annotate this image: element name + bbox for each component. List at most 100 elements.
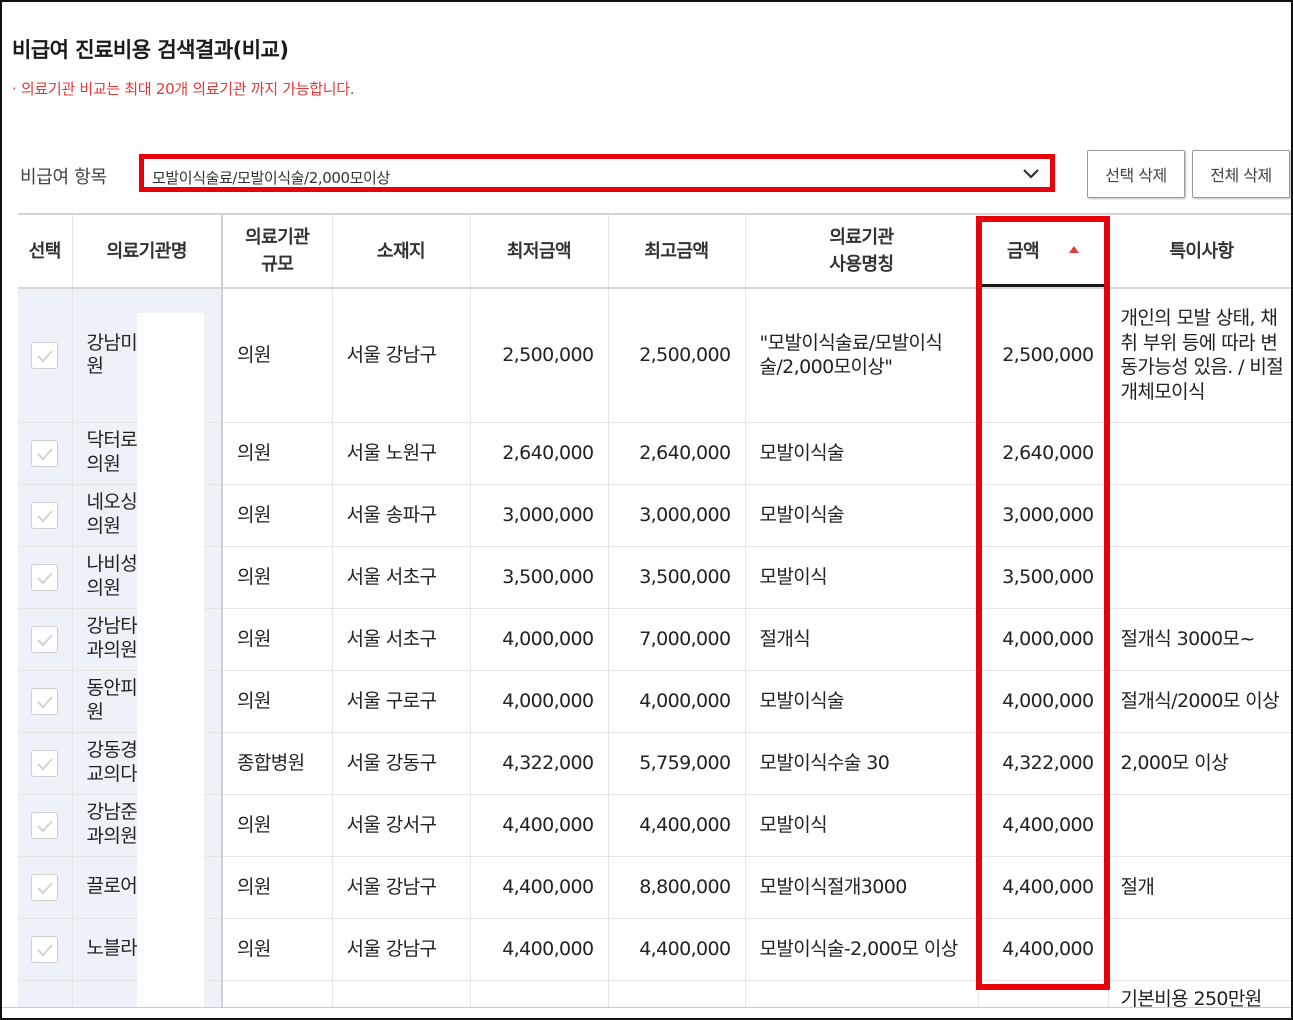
hospital-scale: 종합병원 — [237, 751, 305, 774]
min-amount-cell: 3,500,000 — [470, 546, 609, 609]
location: 서울 서초구 — [346, 565, 437, 588]
use-name: 모발이식 — [759, 813, 828, 836]
check-icon — [37, 881, 53, 894]
location: 서울 서초구 — [346, 627, 437, 650]
row-checkbox[interactable] — [31, 873, 59, 901]
amount: 4,322,000 — [1002, 751, 1094, 774]
hospital-name: 강남미 원 — [86, 331, 138, 378]
max-amount-cell: 5,759,000 — [608, 732, 746, 795]
row-checkbox[interactable] — [31, 563, 59, 591]
amount: 4,400,000 — [1002, 813, 1094, 836]
location-cell: 서울 강남구 — [332, 288, 471, 423]
non-covered-item-select[interactable]: 모발이식술료/모발이식술/2,000모이상 — [139, 154, 1055, 192]
amount-cell: 2,640,000 — [978, 422, 1109, 485]
use-name-cell: 모발이식술 — [745, 422, 979, 485]
table-row[interactable]: 끌로어 의원 서울 강남구 4,400,000 8,800,000 모발이식절개3000 4… — [18, 856, 1291, 919]
use-name-cell — [745, 980, 979, 1007]
min-amount: 3,500,000 — [502, 565, 594, 588]
hospital-name: 네오싱 의원 — [86, 491, 138, 537]
min-amount: 2,640,000 — [502, 441, 594, 464]
hospital-scale: 의원 — [237, 937, 271, 960]
row-checkbox[interactable] — [31, 439, 59, 467]
min-amount-cell: 4,400,000 — [470, 794, 609, 857]
hospital-scale: 의원 — [237, 627, 271, 650]
location: 서울 강남구 — [346, 937, 437, 960]
delete-all-button[interactable]: 전체 삭제 — [1192, 150, 1290, 198]
location-cell: 서울 강동구 — [332, 732, 471, 795]
use-name: 모발이식절개3000 — [759, 875, 908, 898]
max-amount-cell: 2,500,000 — [608, 288, 746, 423]
hospital-scale-cell — [222, 980, 333, 1007]
hospital-name: 닥터로 의원 — [86, 429, 138, 475]
location: 서울 구로구 — [346, 689, 437, 712]
header-name: 의료기관명 — [72, 215, 223, 289]
max-amount-cell: 8,800,000 — [608, 856, 746, 919]
select-cell — [18, 856, 73, 919]
header-amount-sort[interactable]: 금액 — [978, 215, 1109, 289]
max-amount: 2,500,000 — [639, 343, 731, 366]
select-cell — [18, 794, 73, 857]
special-note: 절개식 3000모~ — [1120, 627, 1256, 650]
table-row[interactable]: 동안피 원 의원 서울 구로구 4,000,000 4,000,000 모발이식술 4,00… — [18, 670, 1291, 733]
header-min: 최저금액 — [470, 215, 609, 289]
max-amount: 5,759,000 — [639, 751, 731, 774]
location: 서울 노원구 — [346, 441, 437, 464]
select-cell — [18, 980, 73, 1007]
horizontal-scrollbar[interactable] — [2, 1007, 1291, 1018]
hospital-scale: 의원 — [237, 503, 271, 526]
table-row[interactable]: 강남타 과의원 의원 서울 서초구 4,000,000 7,000,000 절개식 4,00… — [18, 608, 1291, 671]
use-name-cell: 모발이식 — [745, 794, 979, 857]
header-select: 선택 — [18, 215, 73, 289]
location-cell: 서울 서초구 — [332, 546, 471, 609]
hospital-scale: 의원 — [237, 565, 271, 588]
special-note-cell: 절개식 3000모~ — [1108, 608, 1291, 671]
row-checkbox[interactable] — [31, 935, 59, 963]
use-name-cell: 모발이식술 — [745, 670, 979, 733]
table-row[interactable]: 강동경 교의다 종합병원 서울 강동구 4,322,000 5,759,000 모발이식수… — [18, 732, 1291, 795]
special-note: 절개식/2000모 이상 — [1120, 689, 1280, 712]
special-note-cell: 기본비용 250만원 — [1108, 980, 1291, 1007]
header-max: 최고금액 — [608, 215, 746, 289]
amount-cell: 4,000,000 — [978, 608, 1109, 671]
select-cell — [18, 670, 73, 733]
table-row[interactable]: 나비성 의원 의원 서울 서초구 3,500,000 3,500,000 모발이식 3,50… — [18, 546, 1291, 609]
table-row[interactable]: 강남미 원 의원 서울 강남구 2,500,000 2,500,000 "모발이식술료/모… — [18, 288, 1291, 423]
sort-column-underline — [981, 284, 1105, 287]
row-checkbox[interactable] — [31, 811, 59, 839]
location-cell: 서울 강서구 — [332, 794, 471, 857]
min-amount: 4,000,000 — [502, 689, 594, 712]
location: 서울 송파구 — [346, 503, 437, 526]
use-name: 모발이식수술 30 — [759, 751, 890, 774]
table-row[interactable]: 네오싱 의원 의원 서울 송파구 3,000,000 3,000,000 모발이식술 3,0… — [18, 484, 1291, 547]
amount: 4,000,000 — [1002, 689, 1094, 712]
select-cell — [18, 546, 73, 609]
table-row[interactable]: 기본비용 250만원 — [18, 980, 1291, 1007]
special-note-cell — [1108, 546, 1291, 609]
use-name: 모발이식술 — [759, 689, 845, 712]
row-checkbox[interactable] — [31, 687, 59, 715]
table-row[interactable]: 닥터로 의원 의원 서울 노원구 2,640,000 2,640,000 모발이식술 2,6… — [18, 422, 1291, 485]
row-checkbox[interactable] — [31, 625, 59, 653]
amount: 3,500,000 — [1002, 565, 1094, 588]
table-row[interactable]: 강남준 과의원 의원 서울 강서구 4,400,000 4,400,000 모발이식 4,4… — [18, 794, 1291, 857]
hospital-scale-cell: 의원 — [222, 484, 333, 547]
max-amount: 8,800,000 — [639, 875, 731, 898]
delete-selected-button[interactable]: 선택 삭제 — [1087, 150, 1185, 198]
amount-cell: 4,000,000 — [978, 670, 1109, 733]
hospital-name: 동안피 원 — [86, 677, 138, 723]
hospital-scale: 의원 — [237, 441, 271, 464]
location: 서울 강동구 — [346, 751, 437, 774]
table-row[interactable]: 노블라 의원 서울 강남구 4,400,000 4,400,000 모발이식술-2,000… — [18, 918, 1291, 981]
row-checkbox[interactable] — [31, 341, 59, 369]
row-checkbox[interactable] — [31, 749, 59, 777]
hospital-scale-cell: 종합병원 — [222, 732, 333, 795]
max-amount: 4,400,000 — [639, 813, 731, 836]
amount-cell: 2,500,000 — [978, 288, 1109, 423]
amount: 4,000,000 — [1002, 627, 1094, 650]
use-name-cell: 모발이식술 — [745, 484, 979, 547]
row-checkbox[interactable] — [31, 501, 59, 529]
hospital-name: 강남타 과의원 — [86, 615, 138, 661]
use-name: 모발이식술 — [759, 503, 845, 526]
max-amount-cell: 2,640,000 — [608, 422, 746, 485]
amount: 2,640,000 — [1002, 441, 1094, 464]
